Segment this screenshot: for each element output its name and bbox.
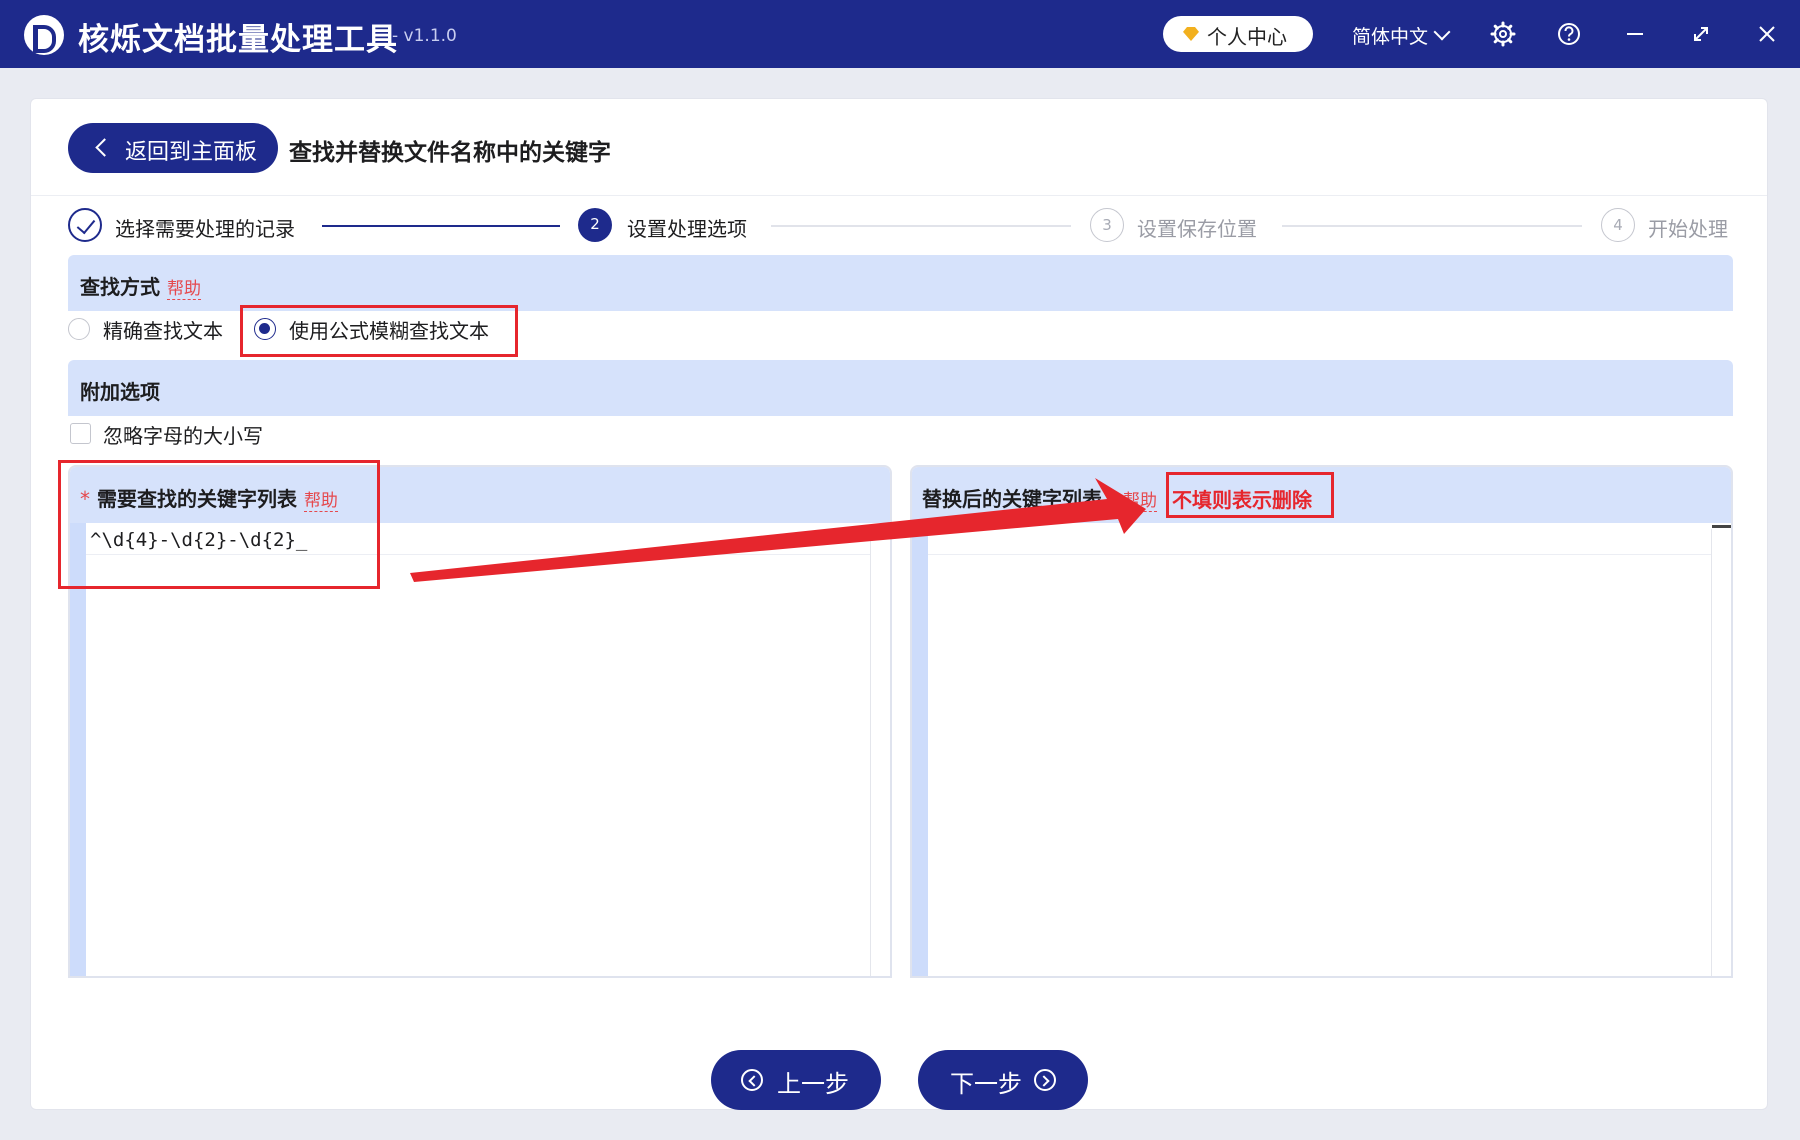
step-2-number: 2	[578, 208, 612, 242]
next-step-label: 下一步	[950, 1070, 1022, 1098]
diamond-icon	[1183, 27, 1199, 41]
chevron-left-icon	[95, 138, 114, 157]
find-mode-help-link[interactable]: 帮助	[166, 279, 201, 300]
radio-exact-find-label[interactable]: 精确查找文本	[103, 315, 223, 344]
step-connector	[771, 225, 1071, 227]
replace-keywords-scrollbar[interactable]	[1711, 525, 1731, 976]
replace-keywords-title-text: 替换后的关键字列表	[922, 487, 1102, 511]
find-mode-title: 查找方式 帮助	[80, 271, 201, 300]
step-connector	[322, 225, 560, 227]
step-4-label: 开始处理	[1648, 217, 1728, 241]
ignore-case-label[interactable]: 忽略字母的大小写	[103, 420, 263, 449]
help-icon[interactable]	[1554, 19, 1584, 49]
previous-step-button[interactable]: 上一步	[711, 1050, 881, 1110]
ignore-case-checkbox[interactable]	[70, 423, 91, 444]
step-4-number: 4	[1601, 208, 1635, 242]
annotation-box-note	[1166, 472, 1334, 518]
annotation-box-find-list	[58, 460, 380, 589]
replace-keywords-title: 替换后的关键字列表 帮助	[922, 483, 1157, 512]
find-keywords-scrollbar[interactable]	[870, 525, 890, 976]
annotation-box-radio	[240, 305, 518, 357]
maximize-icon[interactable]	[1686, 19, 1716, 49]
current-line-highlight	[928, 529, 1711, 555]
step-1-check-icon	[68, 208, 102, 242]
app-version: - v1.1.0	[392, 26, 457, 46]
step-1-label: 选择需要处理的记录	[115, 217, 295, 241]
chevron-left-circle-icon	[741, 1069, 763, 1091]
user-center-button[interactable]: 个人中心	[1163, 16, 1313, 52]
step-2-label: 设置处理选项	[627, 217, 747, 241]
chevron-down-icon[interactable]	[1433, 23, 1451, 41]
line-number-gutter	[70, 523, 86, 976]
close-icon[interactable]	[1752, 19, 1782, 49]
find-mode-title-text: 查找方式	[80, 275, 160, 299]
radio-exact-find[interactable]	[68, 318, 90, 340]
replace-keywords-help-link[interactable]: 帮助	[1122, 491, 1157, 512]
page-title: 查找并替换文件名称中的关键字	[289, 140, 611, 166]
step-3-label: 设置保存位置	[1137, 217, 1257, 241]
chevron-right-circle-icon	[1034, 1069, 1056, 1091]
replace-keywords-panel: 替换后的关键字列表 帮助	[910, 465, 1733, 978]
app-logo-icon	[24, 15, 64, 55]
minimize-icon[interactable]	[1620, 19, 1650, 49]
next-step-button[interactable]: 下一步	[918, 1050, 1088, 1110]
header-divider	[31, 195, 1767, 196]
extra-options-title: 附加选项	[80, 380, 160, 404]
app-title: 核烁文档批量处理工具	[78, 22, 398, 58]
language-selector[interactable]: 简体中文	[1352, 22, 1428, 49]
find-mode-section-header: 查找方式 帮助	[68, 255, 1733, 311]
extra-options-section-header: 附加选项	[68, 360, 1733, 416]
user-center-label: 个人中心	[1207, 25, 1287, 49]
step-3-number: 3	[1090, 208, 1124, 242]
line-number-gutter	[912, 523, 928, 976]
back-button-label: 返回到主面板	[125, 140, 258, 165]
back-to-dashboard-button[interactable]: 返回到主面板	[68, 123, 278, 173]
previous-step-label: 上一步	[777, 1070, 849, 1098]
gear-icon[interactable]	[1488, 19, 1518, 49]
title-bar: 核烁文档批量处理工具 - v1.1.0 个人中心 简体中文	[0, 0, 1800, 68]
step-connector	[1282, 225, 1582, 227]
